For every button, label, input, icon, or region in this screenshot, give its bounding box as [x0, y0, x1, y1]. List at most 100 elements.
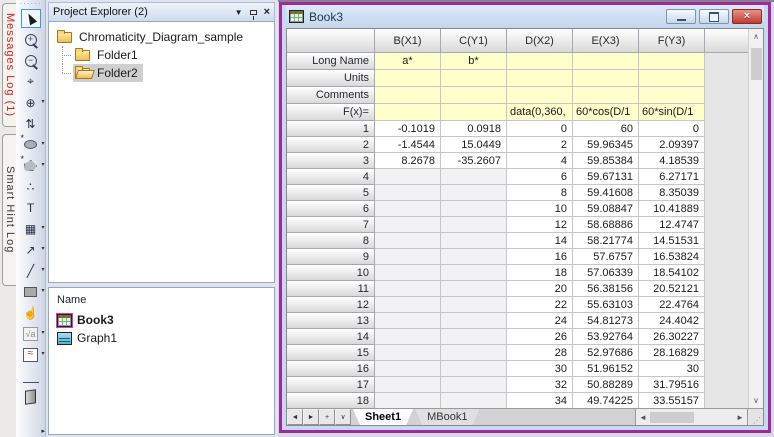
row-number[interactable]: 16 — [287, 361, 375, 377]
data-cell[interactable] — [441, 313, 507, 329]
toolbar-overflow-icon[interactable]: ▸ — [41, 427, 45, 435]
row-number[interactable]: 12 — [287, 297, 375, 313]
close-button[interactable]: × — [732, 9, 762, 24]
data-cell[interactable]: 0 — [507, 121, 573, 137]
vertical-scroll-thumb[interactable] — [750, 48, 762, 80]
data-cell[interactable] — [441, 233, 507, 249]
sheet-tab-mbook1[interactable]: MBook1 — [415, 409, 479, 425]
line-tool[interactable]: ╱ ▾ — [17, 260, 45, 281]
data-cell[interactable] — [441, 249, 507, 265]
data-cell[interactable]: -35.2607 — [441, 153, 507, 169]
data-cell[interactable]: 2.09397 — [639, 137, 705, 153]
minimize-button[interactable] — [666, 9, 696, 24]
data-cell[interactable]: 8 — [507, 185, 573, 201]
header-cell[interactable]: 60*sin(D/1 — [639, 104, 705, 121]
data-cell[interactable] — [441, 345, 507, 361]
data-cell[interactable]: 59.08847 — [573, 201, 639, 217]
tree-item-folder1[interactable]: Folder1 — [55, 46, 272, 64]
header-cell[interactable] — [573, 70, 639, 87]
row-number[interactable]: 7 — [287, 217, 375, 233]
data-cell[interactable]: 30 — [507, 361, 573, 377]
row-number[interactable]: 14 — [287, 329, 375, 345]
data-cell[interactable]: 31.79516 — [639, 377, 705, 393]
row-label[interactable]: Units — [287, 70, 375, 87]
data-cell[interactable]: 59.67131 — [573, 169, 639, 185]
tree-item-folder2[interactable]: Folder2 — [55, 64, 272, 82]
data-cell[interactable]: 59.85384 — [573, 153, 639, 169]
row-number[interactable]: 11 — [287, 281, 375, 297]
data-cell[interactable]: 53.92764 — [573, 329, 639, 345]
column-header-e-x3-[interactable]: E(X3) — [573, 29, 639, 53]
header-cell[interactable]: 60*cos(D/1 — [573, 104, 639, 121]
rectangle-tool[interactable]: ▾ — [17, 281, 44, 302]
exit-tool[interactable] — [17, 386, 45, 407]
data-cell[interactable]: 12.4747 — [639, 217, 705, 233]
data-cell[interactable]: 10 — [507, 201, 573, 217]
dropdown-arrow-icon[interactable]: ▾ — [41, 140, 44, 147]
name-column-header[interactable]: Name — [57, 294, 272, 306]
data-cell[interactable]: 54.81273 — [573, 313, 639, 329]
tab-scroll-right-button[interactable]: ► — [303, 409, 319, 425]
dropdown-arrow-icon[interactable]: ▾ — [41, 245, 44, 252]
data-cell[interactable]: 16.53824 — [639, 249, 705, 265]
tree-item-chromaticity-diagram-sample[interactable]: Chromaticity_Diagram_sample — [55, 28, 272, 46]
dropdown-arrow-icon[interactable]: ▾ — [41, 98, 44, 105]
data-cell[interactable] — [375, 329, 441, 345]
data-cell[interactable]: 24.4042 — [639, 313, 705, 329]
data-cell[interactable]: 26 — [507, 329, 573, 345]
data-cell[interactable] — [375, 249, 441, 265]
data-cell[interactable]: 6 — [507, 169, 573, 185]
data-cell[interactable]: 18 — [507, 265, 573, 281]
list-item-book3[interactable]: Book3 — [56, 311, 272, 329]
header-cell[interactable] — [639, 87, 705, 104]
data-cell[interactable]: 55.63103 — [573, 297, 639, 313]
data-cell[interactable]: 4 — [507, 153, 573, 169]
row-number[interactable]: 5 — [287, 185, 375, 201]
scroll-down-icon[interactable]: ∨ — [749, 393, 764, 408]
dropdown-arrow-icon[interactable]: ▾ — [41, 350, 44, 357]
data-cell[interactable]: 20.52121 — [639, 281, 705, 297]
draw-data-tool[interactable]: ∴ — [17, 176, 45, 197]
pointer-tool[interactable] — [17, 8, 45, 29]
data-cell[interactable]: 59.96345 — [573, 137, 639, 153]
header-cell[interactable] — [573, 87, 639, 104]
data-cell[interactable]: 52.97686 — [573, 345, 639, 361]
row-number[interactable]: 1 — [287, 121, 375, 137]
pan-tool[interactable]: ☝ — [17, 302, 45, 323]
data-cell[interactable]: 28 — [507, 345, 573, 361]
panel-menu-dropdown-icon[interactable]: ▼ — [235, 8, 243, 17]
column-header-c-y1-[interactable]: C(Y1) — [441, 29, 507, 53]
data-cell[interactable] — [375, 233, 441, 249]
book3-titlebar[interactable]: Book3 × — [286, 5, 764, 28]
data-cell[interactable] — [441, 297, 507, 313]
mask-ellipse-tool[interactable]: ▾ — [17, 133, 45, 155]
data-cell[interactable] — [441, 201, 507, 217]
data-cell[interactable] — [375, 377, 441, 393]
data-cell[interactable]: 26.30227 — [639, 329, 705, 345]
list-item-graph1[interactable]: Graph1 — [57, 329, 272, 347]
header-cell[interactable] — [507, 87, 573, 104]
header-cell[interactable] — [639, 70, 705, 87]
header-cell[interactable] — [573, 53, 639, 70]
data-cell[interactable]: 6.27171 — [639, 169, 705, 185]
row-number[interactable]: 9 — [287, 249, 375, 265]
tab-scroll-left-button[interactable]: ◄ — [287, 409, 303, 425]
screen-reader-tool[interactable]: ⌖ — [17, 71, 45, 92]
data-cell[interactable]: 28.16829 — [639, 345, 705, 361]
data-cell[interactable] — [375, 297, 441, 313]
scroll-right-icon[interactable]: ► — [733, 413, 747, 422]
toolbar-grip[interactable]: ······ — [20, 0, 42, 8]
header-cell[interactable] — [441, 70, 507, 87]
data-reader-tool[interactable]: ⊕ ▾ — [17, 92, 44, 113]
data-cell[interactable] — [375, 361, 441, 377]
data-cell[interactable]: 56.38156 — [573, 281, 639, 297]
data-cell[interactable]: 14 — [507, 233, 573, 249]
data-cell[interactable]: 20 — [507, 281, 573, 297]
zoom-out-tool[interactable] — [17, 50, 45, 71]
row-number[interactable]: 10 — [287, 265, 375, 281]
pin-icon[interactable] — [249, 9, 257, 20]
formula-tool[interactable]: ▾ — [17, 323, 44, 344]
data-cell[interactable] — [441, 281, 507, 297]
header-cell[interactable] — [507, 53, 573, 70]
dropdown-arrow-icon[interactable]: ▾ — [41, 266, 44, 273]
